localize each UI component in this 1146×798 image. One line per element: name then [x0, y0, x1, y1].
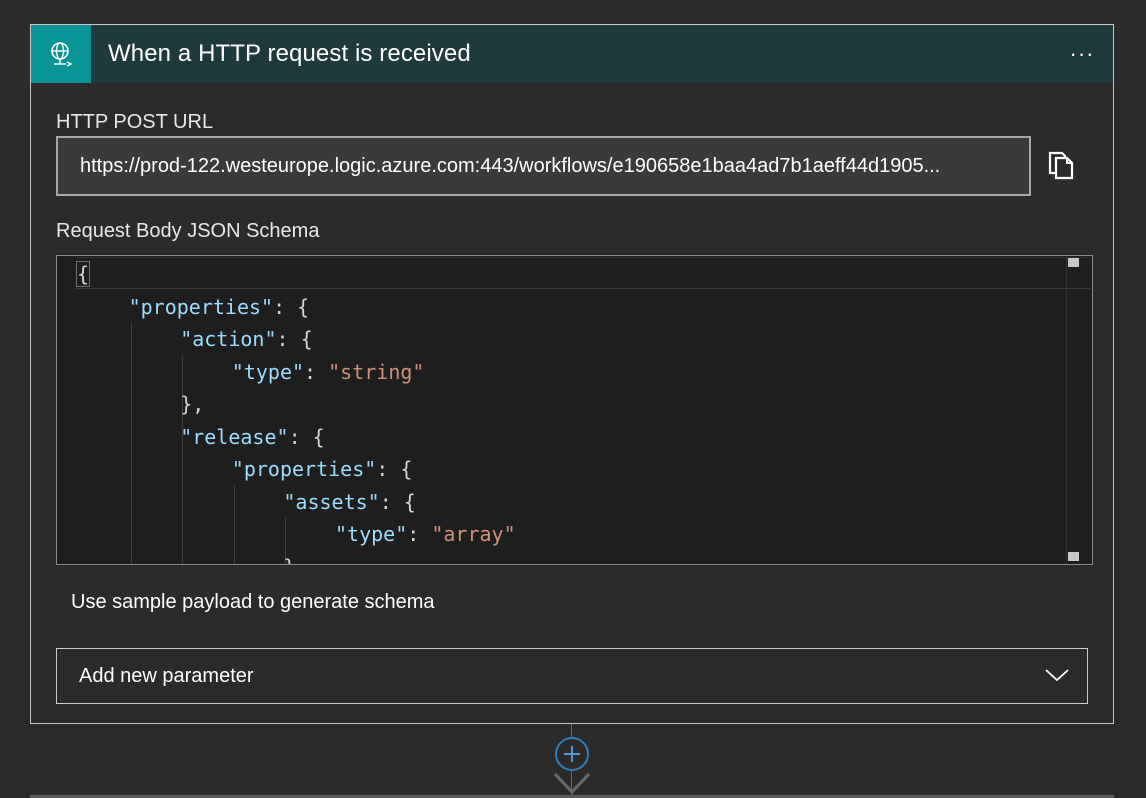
add-parameter-dropdown[interactable]: Add new parameter [56, 648, 1088, 704]
code-token: }, [180, 392, 205, 416]
json-schema-editor[interactable]: {"properties": {"action": {"type": "stri… [56, 255, 1093, 565]
copy-icon[interactable] [1043, 147, 1079, 183]
add-step-button[interactable] [555, 737, 589, 771]
sample-payload-link[interactable]: Use sample payload to generate schema [71, 591, 435, 614]
http-post-url-field[interactable]: https://prod-122.westeurope.logic.azure.… [56, 136, 1031, 196]
code-token: "string" [328, 359, 425, 384]
code-line: { [75, 258, 91, 290]
indent-guide [130, 323, 132, 564]
trigger-header[interactable]: When a HTTP request is received ··· [31, 25, 1113, 83]
code-token: : [304, 359, 329, 384]
code-line: "properties": { [232, 453, 413, 485]
arrow-down-icon [553, 772, 591, 795]
code-line: "release": { [180, 421, 325, 453]
trigger-card: When a HTTP request is received ··· HTTP… [30, 24, 1114, 724]
code-token: : { [288, 424, 325, 449]
code-token: "release" [180, 424, 289, 449]
code-token: "properties" [128, 294, 274, 319]
globe-request-icon [31, 25, 91, 83]
code-token: "type" [231, 359, 305, 384]
code-token: : { [273, 294, 310, 319]
trigger-title: When a HTTP request is received [108, 40, 471, 67]
code-line: }, [283, 551, 307, 565]
chevron-down-icon [1045, 669, 1069, 682]
add-parameter-label: Add new parameter [79, 664, 254, 687]
scrollbar-top-marker [1068, 258, 1079, 267]
code-line: "assets": { [283, 486, 415, 518]
code-line: "type": "array" [335, 518, 516, 550]
schema-label: Request Body JSON Schema [56, 220, 320, 242]
plus-icon [564, 746, 580, 762]
scrollbar-bottom-marker [1068, 552, 1079, 561]
code-token: "properties" [231, 457, 377, 481]
code-token: : [407, 522, 432, 546]
code-token: : { [376, 457, 413, 481]
code-line: }, [180, 388, 204, 420]
code-token: "assets" [283, 489, 380, 514]
code-token: "array" [431, 522, 516, 546]
code-token: : { [276, 327, 313, 351]
code-token: "type" [335, 522, 408, 546]
indent-guide [233, 485, 235, 564]
code-line: "properties": { [129, 291, 310, 323]
code-token: }, [283, 555, 307, 565]
more-options-button[interactable]: ··· [1067, 39, 1097, 69]
code-token: "action" [180, 327, 277, 351]
code-line: "type": "string" [232, 356, 425, 388]
code-token: : { [379, 489, 416, 514]
indent-guide [182, 355, 184, 564]
code-line: "action": { [180, 323, 312, 355]
editor-scrollbar[interactable] [1066, 256, 1092, 564]
url-field-label: HTTP POST URL [56, 111, 214, 133]
code-token: { [75, 261, 91, 287]
current-line-highlight [75, 257, 1090, 289]
